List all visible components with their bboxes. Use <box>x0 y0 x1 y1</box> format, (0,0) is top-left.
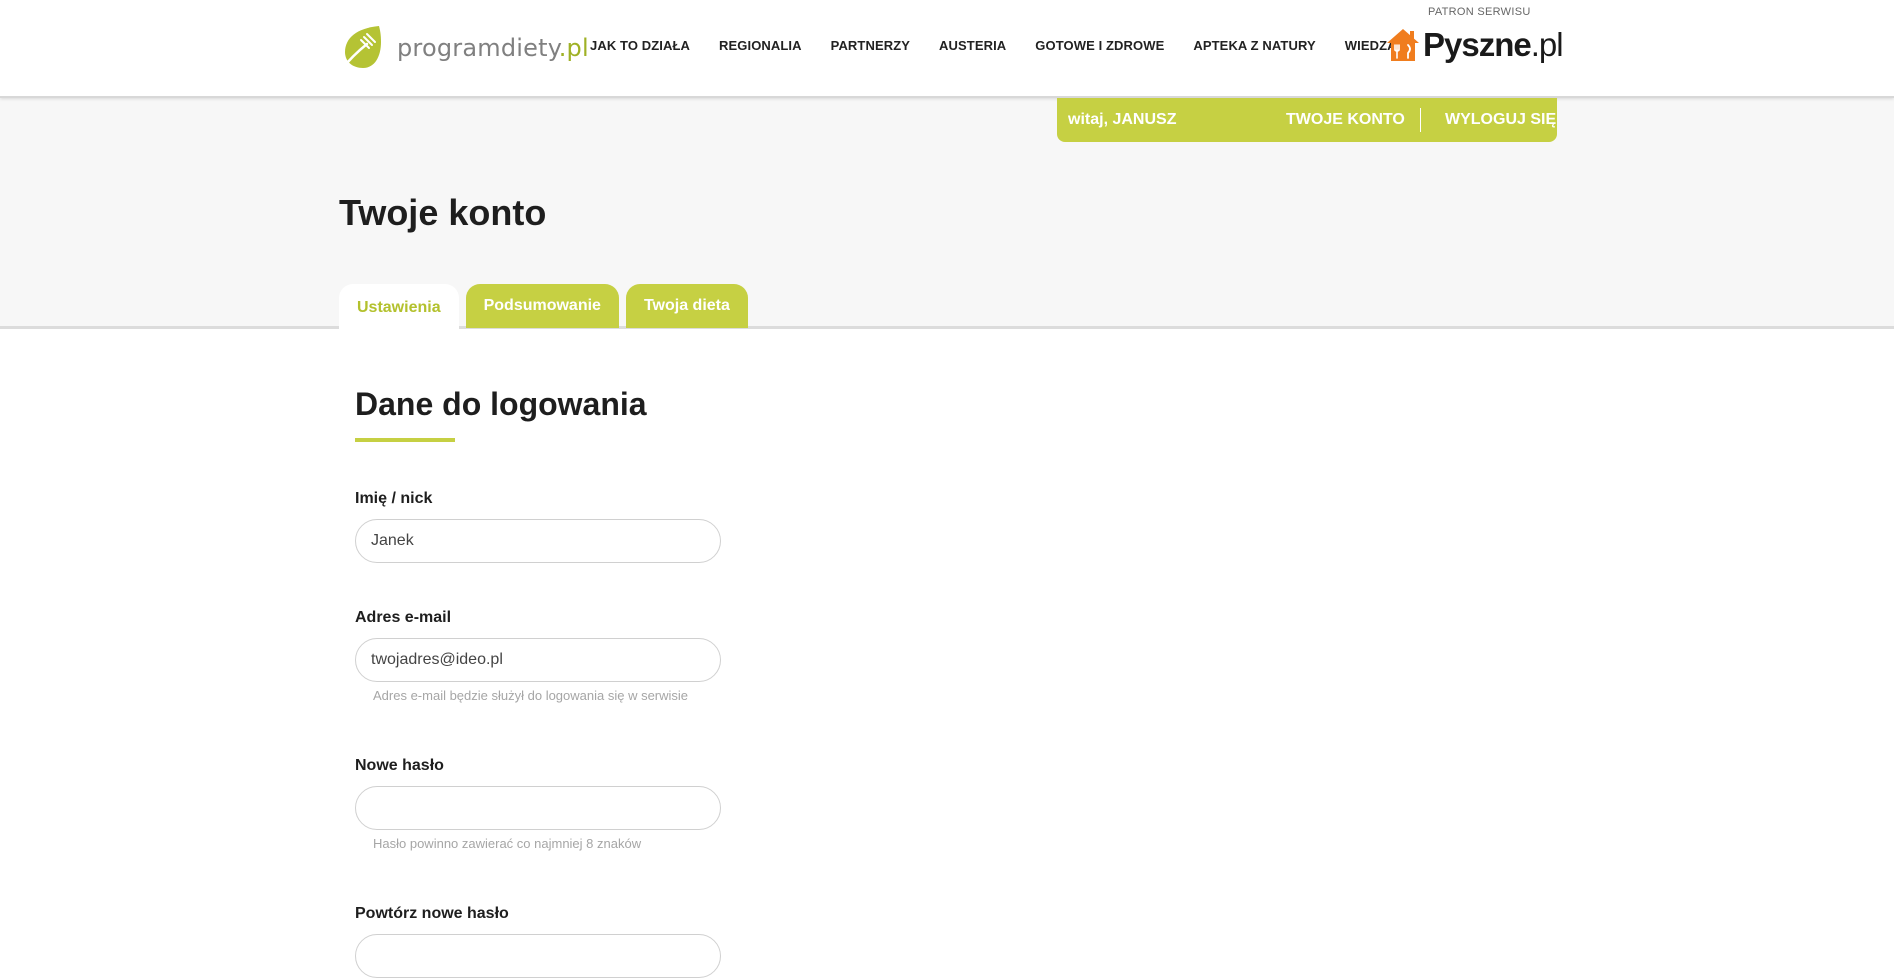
nav-item-partnerzy[interactable]: PARTNERZY <box>831 38 910 53</box>
house-cutlery-icon <box>1387 29 1419 61</box>
patron-label: PATRON SERWISU <box>1428 6 1531 18</box>
user-bar: witaj, JANUSZ TWOJE KONTO WYLOGUJ SIĘ <box>1057 98 1557 142</box>
user-greeting: witaj, JANUSZ <box>1068 111 1177 128</box>
repeat-password-input[interactable] <box>355 934 721 978</box>
new-password-hint: Hasło powinno zawierać co najmniej 8 zna… <box>373 836 642 851</box>
nav-item-austeria[interactable]: AUSTERIA <box>939 38 1006 53</box>
page-title: Twoje konto <box>339 192 547 233</box>
nav-item-regionalia[interactable]: REGIONALIA <box>719 38 802 53</box>
logout-link[interactable]: WYLOGUJ SIĘ <box>1445 111 1556 129</box>
new-password-label: Nowe hasło <box>355 757 444 774</box>
tab-twoja-dieta[interactable]: Twoja dieta <box>625 284 748 328</box>
email-input[interactable] <box>355 638 721 682</box>
partner-name: Pyszne.pl <box>1423 26 1564 63</box>
nav-item-gotowe-i-zdrowe[interactable]: GOTOWE I ZDROWE <box>1035 38 1164 53</box>
nick-input[interactable] <box>355 519 721 563</box>
account-tabs: Ustawienia Podsumowanie Twoja dieta <box>339 284 755 331</box>
account-hero <box>0 98 1894 329</box>
section-title: Dane do logowania <box>355 386 647 422</box>
user-bar-divider <box>1420 108 1421 132</box>
new-password-input[interactable] <box>355 786 721 830</box>
repeat-password-label: Powtórz nowe hasło <box>355 905 509 922</box>
nick-label: Imię / nick <box>355 490 433 507</box>
nav-item-apteka-z-natury[interactable]: APTEKA Z NATURY <box>1193 38 1315 53</box>
site-header: programdiety.pl JAK TO DZIAŁA REGIONALIA… <box>0 0 1894 98</box>
nav-item-jak-to-dziala[interactable]: JAK TO DZIAŁA <box>590 38 690 53</box>
account-link[interactable]: TWOJE KONTO <box>1286 111 1405 129</box>
email-label: Adres e-mail <box>355 609 452 626</box>
leaf-fork-icon <box>339 26 381 72</box>
site-logo[interactable]: programdiety.pl <box>339 24 589 72</box>
section-title-underline <box>355 438 455 442</box>
tab-ustawienia[interactable]: Ustawienia <box>339 284 459 331</box>
partner-logo[interactable]: Pyszne.pl <box>1386 26 1564 64</box>
site-logo-text: programdiety.pl <box>397 34 589 62</box>
tab-podsumowanie[interactable]: Podsumowanie <box>465 284 619 328</box>
email-hint: Adres e-mail będzie służył do logowania … <box>373 688 689 703</box>
main-nav: JAK TO DZIAŁA REGIONALIA PARTNERZY AUSTE… <box>590 38 1426 53</box>
